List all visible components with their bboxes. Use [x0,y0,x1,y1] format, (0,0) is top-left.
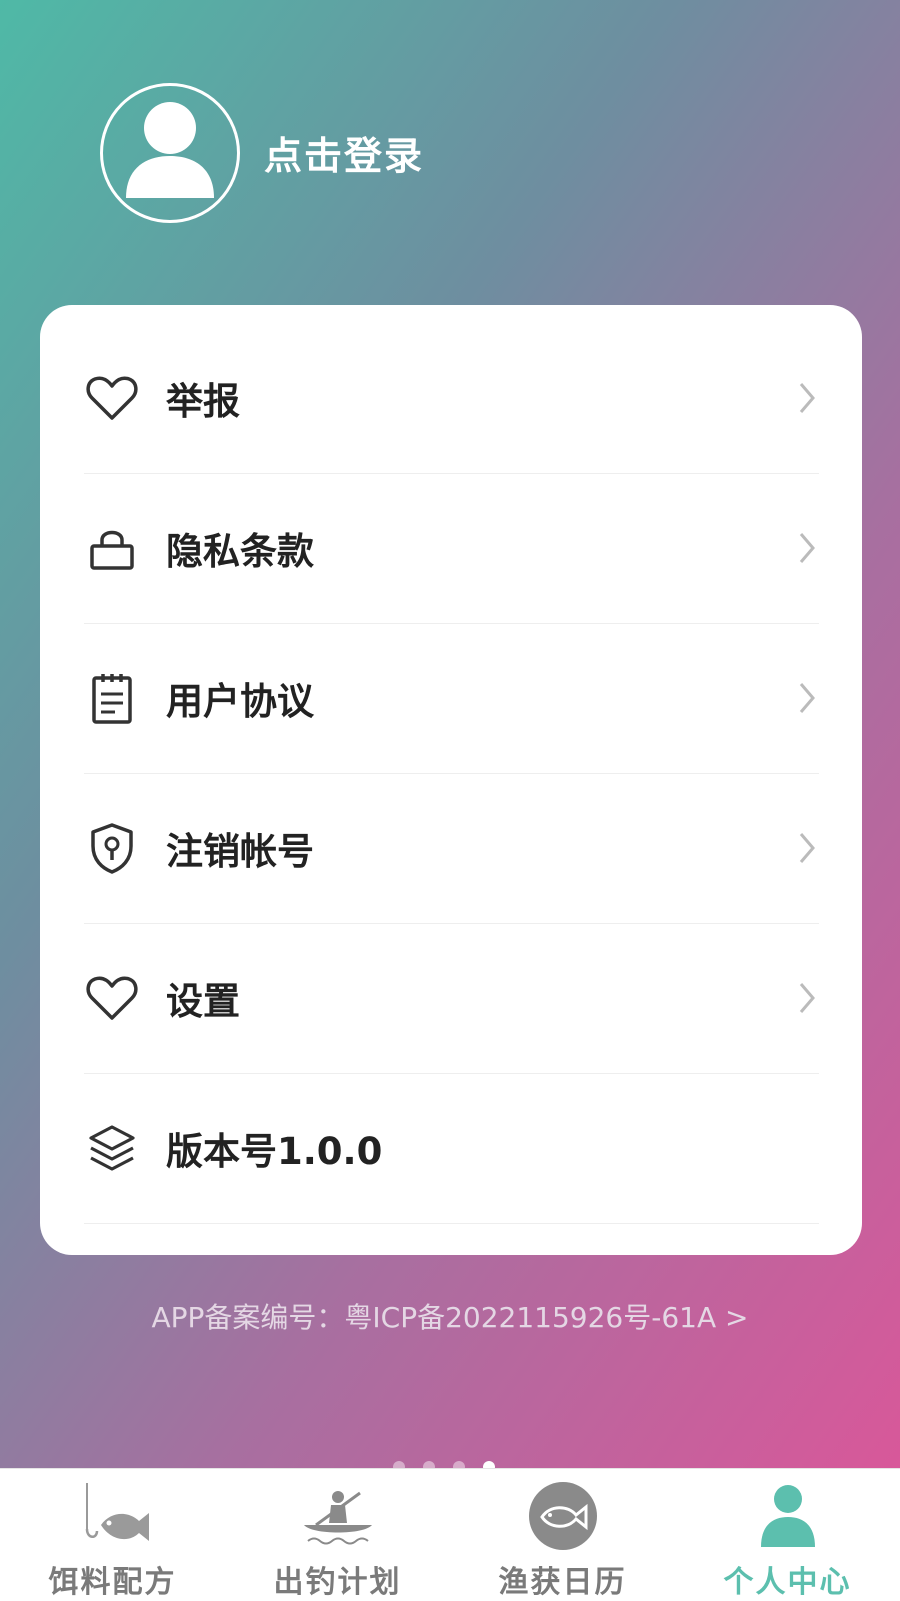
menu-item-user-agreement[interactable]: 用户协议 [84,623,819,774]
menu-item-settings[interactable]: 设置 [84,923,819,1074]
chevron-right-icon [799,533,815,563]
login-label[interactable]: 点击登录 [264,125,424,180]
chevron-right-icon [799,983,815,1013]
menu-item-label: 设置 [166,980,240,1023]
menu-item-privacy[interactable]: 隐私条款 [84,473,819,624]
fish-hook-icon [73,1481,153,1551]
menu-item-version: 版本号1.0.0 [84,1073,819,1224]
icp-registration-link[interactable]: APP备案编号：粤ICP备2022115926号-61A > [0,1296,900,1336]
avatar[interactable] [100,82,240,223]
bottom-tab-bar: 饵料配方 出钓计划 渔获日历 个人中心 [0,1468,900,1601]
menu-card: 举报 隐私条款 用户协议 注销帐号 设置 版本号1.0.0 [40,305,862,1255]
chevron-right-icon [799,383,815,413]
menu-item-label: 举报 [166,380,240,423]
tab-catch-calendar[interactable]: 渔获日历 [450,1469,675,1601]
chevron-right-icon [799,683,815,713]
menu-item-label: 用户协议 [166,680,314,723]
menu-item-label: 隐私条款 [166,530,314,573]
shield-icon [84,820,140,876]
avatar-person-icon [126,101,214,198]
notepad-icon [84,670,140,726]
lock-icon [84,520,140,576]
tab-bait-recipes[interactable]: 饵料配方 [0,1469,225,1601]
fish-circle-icon [523,1481,603,1551]
chevron-right-icon [799,833,815,863]
tab-fishing-plan[interactable]: 出钓计划 [225,1469,450,1601]
heart-icon [84,370,140,426]
profile-header[interactable]: 点击登录 [100,80,424,225]
heart-icon [84,970,140,1026]
tab-label: 出钓计划 [273,1565,402,1600]
person-icon [748,1481,828,1551]
version-label: 版本号1.0.0 [166,1130,383,1173]
kayak-icon [298,1481,378,1551]
tab-label: 饵料配方 [48,1565,177,1600]
menu-item-delete-account[interactable]: 注销帐号 [84,773,819,924]
tab-personal-center[interactable]: 个人中心 [675,1469,900,1601]
layers-icon [84,1120,140,1176]
tab-label: 个人中心 [723,1565,852,1600]
menu-item-label: 注销帐号 [166,830,314,873]
tab-label: 渔获日历 [498,1565,627,1600]
menu-item-report[interactable]: 举报 [84,323,819,474]
